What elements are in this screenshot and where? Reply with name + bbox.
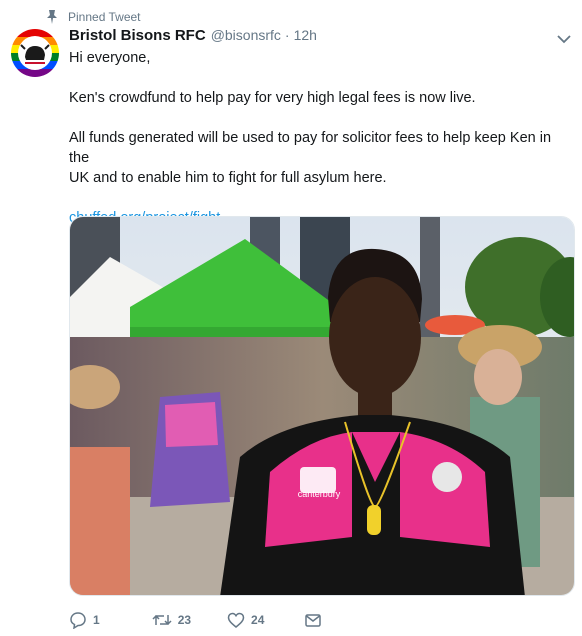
- separator-dot: ·: [284, 27, 290, 43]
- retweet-button[interactable]: 23: [152, 611, 191, 629]
- author-handle[interactable]: @bisonsrfc: [211, 27, 281, 43]
- shirt-brand-text: canterbury: [297, 489, 341, 499]
- author-name[interactable]: Bristol Bisons RFC: [69, 27, 206, 44]
- tweet-timestamp[interactable]: 12h: [294, 27, 317, 43]
- like-button[interactable]: 24: [227, 611, 264, 629]
- tweet-paragraph-1: Ken's crowdfund to help pay for very hig…: [69, 90, 476, 106]
- pin-icon: [46, 9, 60, 25]
- message-button[interactable]: [304, 611, 322, 629]
- pinned-indicator: Pinned Tweet: [46, 8, 141, 26]
- chevron-down-icon[interactable]: [556, 32, 572, 44]
- tweet-greeting: Hi everyone,: [69, 50, 151, 66]
- tweet-paragraph-2-line-2: UK and to enable him to fight for full a…: [69, 170, 387, 186]
- reply-icon: [69, 611, 87, 629]
- tweet-header: Bristol Bisons RFC @bisonsrfc · 12h: [69, 27, 317, 47]
- tweet-actions: 1 23 24: [69, 609, 322, 631]
- tweet-paragraph-2-line-1: All funds generated will be used to pay …: [69, 130, 552, 166]
- retweet-icon: [152, 611, 172, 629]
- like-icon: [227, 611, 245, 629]
- retweet-count: 23: [177, 613, 192, 627]
- reply-button[interactable]: 1: [69, 611, 100, 629]
- tweet-paragraph-2: All funds generated will be used to pay …: [69, 128, 569, 188]
- reply-count: 1: [93, 613, 100, 627]
- like-count: 24: [251, 613, 265, 627]
- message-icon: [304, 611, 322, 629]
- tweet-photo[interactable]: canterbury: [69, 216, 575, 596]
- avatar[interactable]: [11, 29, 59, 77]
- pinned-label: Pinned Tweet: [68, 10, 141, 24]
